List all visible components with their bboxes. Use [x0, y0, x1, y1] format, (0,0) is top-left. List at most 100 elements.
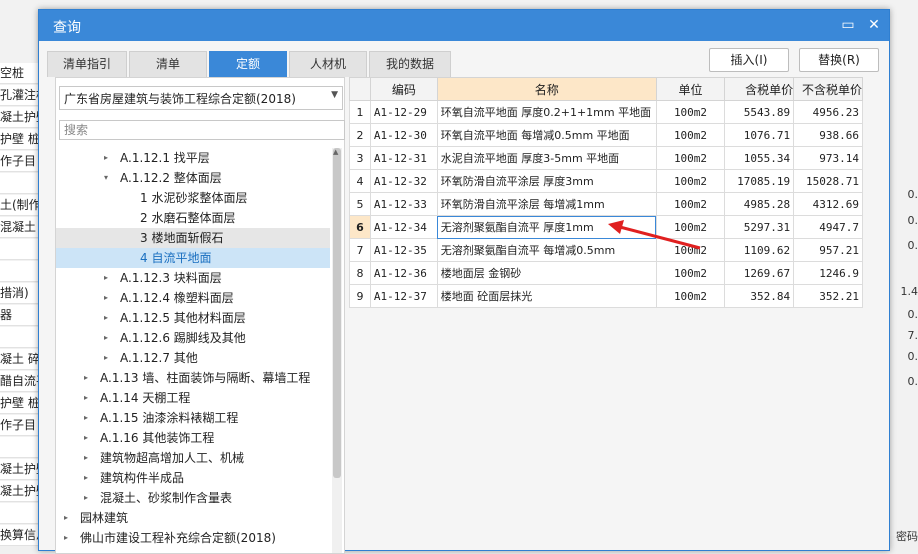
- table-cell[interactable]: 100m2: [655, 146, 726, 170]
- table-cell[interactable]: A1-12-30: [369, 123, 438, 147]
- tree-node[interactable]: ▸ A.1.12.6 踢脚线及其他: [56, 328, 330, 348]
- table-cell[interactable]: A1-12-32: [369, 169, 438, 193]
- table-row[interactable]: 3 A1-12-31 水泥自流平地面 厚度3-5mm 平地面 100m2 1055.34…: [349, 146, 863, 170]
- table-cell[interactable]: 100m2: [655, 261, 726, 285]
- table-cell[interactable]: 5297.31: [724, 215, 795, 239]
- table-cell[interactable]: 352.84: [724, 284, 795, 308]
- table-cell[interactable]: 楼地面层 金钢砂: [436, 261, 657, 285]
- tree-node[interactable]: ▸ A.1.12.3 块料面层: [56, 268, 330, 288]
- maximize-icon[interactable]: ▭: [839, 16, 857, 34]
- table-cell[interactable]: 环氧自流平地面 每增减0.5mm 平地面: [436, 123, 657, 147]
- table-cell[interactable]: 环氧防滑自流平涂层 每增减1mm: [436, 192, 657, 216]
- table-cell[interactable]: 无溶剂聚氨酯自流平 每增减0.5mm: [436, 238, 657, 262]
- table-cell[interactable]: 352.21: [793, 284, 863, 308]
- table-row[interactable]: 4 A1-12-32 环氧防滑自流平涂层 厚度3mm 100m2 17085.19 150…: [349, 169, 863, 193]
- table-cell[interactable]: 1269.67: [724, 261, 795, 285]
- tree-node[interactable]: ▸ A.1.12.4 橡塑料面层: [56, 288, 330, 308]
- tree-node[interactable]: ▸ A.1.15 油漆涂料裱糊工程: [56, 408, 330, 428]
- column-header[interactable]: [349, 77, 371, 101]
- table-cell[interactable]: 100m2: [655, 100, 726, 124]
- table-cell[interactable]: 100m2: [655, 169, 726, 193]
- table-cell[interactable]: 100m2: [655, 284, 726, 308]
- table-cell[interactable]: 环氧防滑自流平涂层 厚度3mm: [436, 169, 657, 193]
- scroll-up-icon[interactable]: ▲: [333, 148, 338, 156]
- table-cell[interactable]: 4: [349, 169, 371, 193]
- table-row[interactable]: 1 A1-12-29 环氧自流平地面 厚度0.2+1+1mm 平地面 100m2 554…: [349, 100, 863, 124]
- table-row[interactable]: 2 A1-12-30 环氧自流平地面 每增减0.5mm 平地面 100m2 1076.7…: [349, 123, 863, 147]
- tree-node[interactable]: ▸ A.1.13 墙、柱面装饰与隔断、幕墙工程: [56, 368, 330, 388]
- table-row[interactable]: 6 A1-12-34 无溶剂聚氨酯自流平 厚度1mm 100m2 5297.31 4947…: [349, 215, 863, 239]
- table-cell[interactable]: 1109.62: [724, 238, 795, 262]
- tab-4[interactable]: 我的数据: [369, 51, 451, 77]
- close-icon[interactable]: ✕: [865, 16, 883, 34]
- tab-0[interactable]: 清单指引: [47, 51, 127, 77]
- column-header[interactable]: 名称: [436, 77, 657, 101]
- expand-right-icon[interactable]: ▸: [104, 348, 114, 368]
- table-cell[interactable]: 1055.34: [724, 146, 795, 170]
- expand-right-icon[interactable]: ▸: [104, 288, 114, 308]
- tree-node[interactable]: ▸ A.1.12.1 找平层: [56, 148, 330, 168]
- table-cell[interactable]: 6: [349, 215, 371, 239]
- expand-right-icon[interactable]: ▸: [64, 528, 74, 548]
- table-cell[interactable]: A1-12-34: [369, 215, 438, 239]
- expand-right-icon[interactable]: ▸: [84, 388, 94, 408]
- column-header[interactable]: 不含税单价: [793, 77, 863, 101]
- table-cell[interactable]: 4956.23: [793, 100, 863, 124]
- tree-scrollbar[interactable]: ▲: [332, 148, 342, 553]
- table-cell[interactable]: 5543.89: [724, 100, 795, 124]
- tree-node[interactable]: 2 水磨石整体面层: [56, 208, 330, 228]
- tab-3[interactable]: 人材机: [289, 51, 367, 77]
- tree-node[interactable]: ▸ 建筑构件半成品: [56, 468, 330, 488]
- tree-node[interactable]: ▸ 建筑物超高增加人工、机械: [56, 448, 330, 468]
- table-cell[interactable]: 17085.19: [724, 169, 795, 193]
- table-row[interactable]: 7 A1-12-35 无溶剂聚氨酯自流平 每增减0.5mm 100m2 1109.62 9…: [349, 238, 863, 262]
- table-cell[interactable]: 1246.9: [793, 261, 863, 285]
- tab-1[interactable]: 清单: [129, 51, 207, 77]
- search-input[interactable]: [59, 120, 345, 140]
- tree-node[interactable]: ▸ 混凝土、砂浆制作含量表: [56, 488, 330, 508]
- insert-button[interactable]: 插入(I): [709, 48, 789, 72]
- column-header[interactable]: 单位: [655, 77, 726, 101]
- table-cell[interactable]: 楼地面 砼面层抹光: [436, 284, 657, 308]
- tree-node[interactable]: ▸ A.1.16 其他装饰工程: [56, 428, 330, 448]
- table-row[interactable]: 8 A1-12-36 楼地面层 金钢砂 100m2 1269.67 1246.9: [349, 261, 863, 285]
- table-cell[interactable]: 4947.7: [793, 215, 863, 239]
- expand-right-icon[interactable]: ▸: [84, 468, 94, 488]
- table-row[interactable]: 5 A1-12-33 环氧防滑自流平涂层 每增减1mm 100m2 4985.28 431…: [349, 192, 863, 216]
- table-cell[interactable]: 8: [349, 261, 371, 285]
- expand-right-icon[interactable]: ▸: [64, 508, 74, 528]
- tree-node[interactable]: ▸ A.1.12.7 其他: [56, 348, 330, 368]
- column-header[interactable]: 含税单价: [724, 77, 795, 101]
- table-cell[interactable]: 5: [349, 192, 371, 216]
- library-select[interactable]: 广东省房屋建筑与装饰工程综合定额(2018) ▼: [59, 86, 343, 110]
- table-cell[interactable]: 无溶剂聚氨酯自流平 厚度1mm: [436, 215, 657, 239]
- table-cell[interactable]: 9: [349, 284, 371, 308]
- replace-button[interactable]: 替换(R): [799, 48, 879, 72]
- expand-right-icon[interactable]: ▸: [84, 448, 94, 468]
- tree-node[interactable]: 1 水泥砂浆整体面层: [56, 188, 330, 208]
- table-cell[interactable]: 973.14: [793, 146, 863, 170]
- tree-node[interactable]: ▸ 园林建筑: [56, 508, 330, 528]
- table-cell[interactable]: 7: [349, 238, 371, 262]
- table-cell[interactable]: 环氧自流平地面 厚度0.2+1+1mm 平地面: [436, 100, 657, 124]
- table-cell[interactable]: A1-12-29: [369, 100, 438, 124]
- table-cell[interactable]: 水泥自流平地面 厚度3-5mm 平地面: [436, 146, 657, 170]
- table-row[interactable]: 9 A1-12-37 楼地面 砼面层抹光 100m2 352.84 352.21: [349, 284, 863, 308]
- expand-right-icon[interactable]: ▸: [104, 308, 114, 328]
- tab-2[interactable]: 定额: [209, 51, 287, 77]
- table-cell[interactable]: A1-12-31: [369, 146, 438, 170]
- expand-right-icon[interactable]: ▸: [104, 148, 114, 168]
- tree-scroll-thumb[interactable]: [333, 148, 341, 478]
- table-cell[interactable]: 100m2: [655, 238, 726, 262]
- expand-down-icon[interactable]: ▾: [104, 168, 114, 188]
- table-cell[interactable]: A1-12-35: [369, 238, 438, 262]
- table-cell[interactable]: 957.21: [793, 238, 863, 262]
- table-cell[interactable]: 15028.71: [793, 169, 863, 193]
- expand-right-icon[interactable]: ▸: [104, 268, 114, 288]
- expand-right-icon[interactable]: ▸: [84, 408, 94, 428]
- tree-node[interactable]: 4 自流平地面: [56, 248, 330, 268]
- table-cell[interactable]: 100m2: [655, 123, 726, 147]
- table-cell[interactable]: A1-12-37: [369, 284, 438, 308]
- expand-right-icon[interactable]: ▸: [104, 328, 114, 348]
- column-header[interactable]: 编码: [369, 77, 438, 101]
